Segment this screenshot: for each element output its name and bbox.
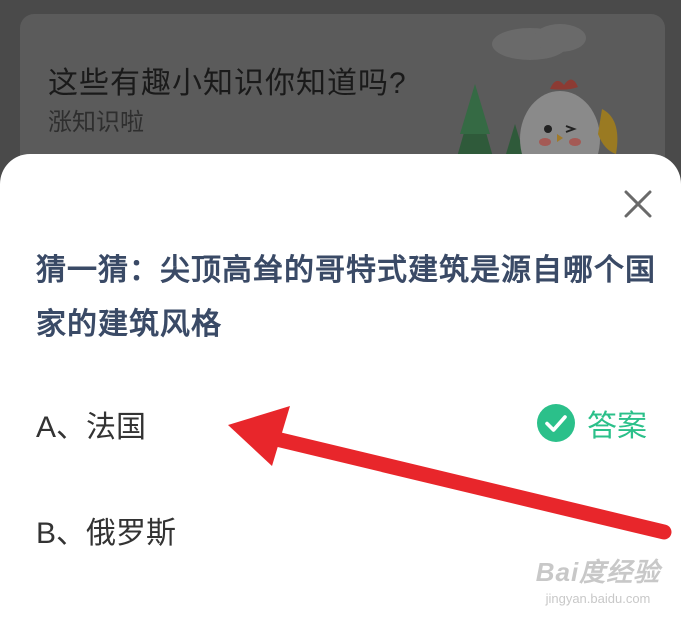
option-a[interactable]: A、法国 答案 xyxy=(0,388,681,458)
option-b-label: B、俄罗斯 xyxy=(36,517,177,550)
answer-badge: 答案 xyxy=(537,403,647,443)
baidu-jingyan-watermark: Bai度经验 jingyan.baidu.com xyxy=(528,552,668,606)
check-circle-icon xyxy=(537,404,575,442)
background-card-subtitle: 涨知识啦 xyxy=(48,109,144,136)
background-card-title: 这些有趣小知识你知道吗? xyxy=(48,67,407,100)
close-icon xyxy=(624,190,652,218)
option-a-label: A、法国 xyxy=(36,411,147,444)
quiz-question: 猜一猜：尖顶高耸的哥特式建筑是源自哪个国家的建筑风格 xyxy=(36,254,656,341)
close-button[interactable] xyxy=(620,186,656,222)
watermark-logo: Bai度经验 xyxy=(535,557,661,587)
answer-label: 答案 xyxy=(587,410,647,443)
watermark-url: jingyan.baidu.com xyxy=(545,591,651,606)
